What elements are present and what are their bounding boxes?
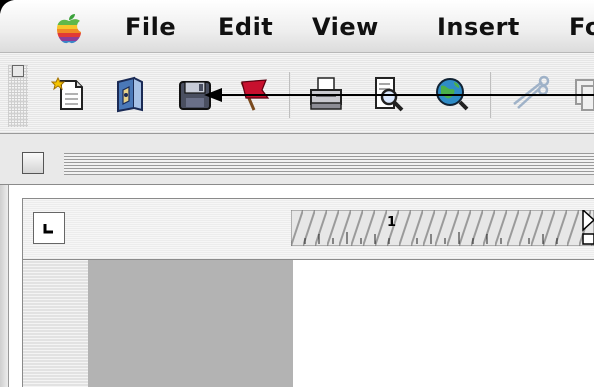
menu-bar: File Edit View Insert Fo (0, 0, 594, 53)
page-left-margin (88, 260, 293, 387)
rounded-corner (0, 0, 14, 14)
menu-edit[interactable]: Edit (218, 13, 273, 41)
horizontal-ruler[interactable]: 1 (291, 210, 594, 246)
left-tab-icon (43, 224, 53, 234)
menu-format[interactable]: Fo (569, 13, 594, 41)
document-page[interactable] (293, 260, 594, 387)
menu-file[interactable]: File (125, 13, 176, 41)
title-bar-stripes[interactable] (64, 153, 594, 175)
menu-insert[interactable]: Insert (437, 13, 520, 41)
callout-arrow-line (220, 94, 594, 96)
window-close-box[interactable] (22, 152, 44, 174)
open-folder-icon[interactable] (112, 74, 152, 114)
menu-view[interactable]: View (312, 13, 379, 41)
vertical-ruler[interactable] (22, 260, 88, 387)
right-indent-handle (582, 233, 594, 245)
new-document-icon[interactable] (50, 74, 90, 114)
toolbar-collapse-box[interactable] (12, 65, 24, 77)
apple-menu-icon[interactable] (54, 13, 84, 45)
callout-arrow-head (204, 88, 222, 102)
tab-stop-selector[interactable] (33, 212, 65, 244)
ruler-mark-1: 1 (387, 215, 396, 230)
